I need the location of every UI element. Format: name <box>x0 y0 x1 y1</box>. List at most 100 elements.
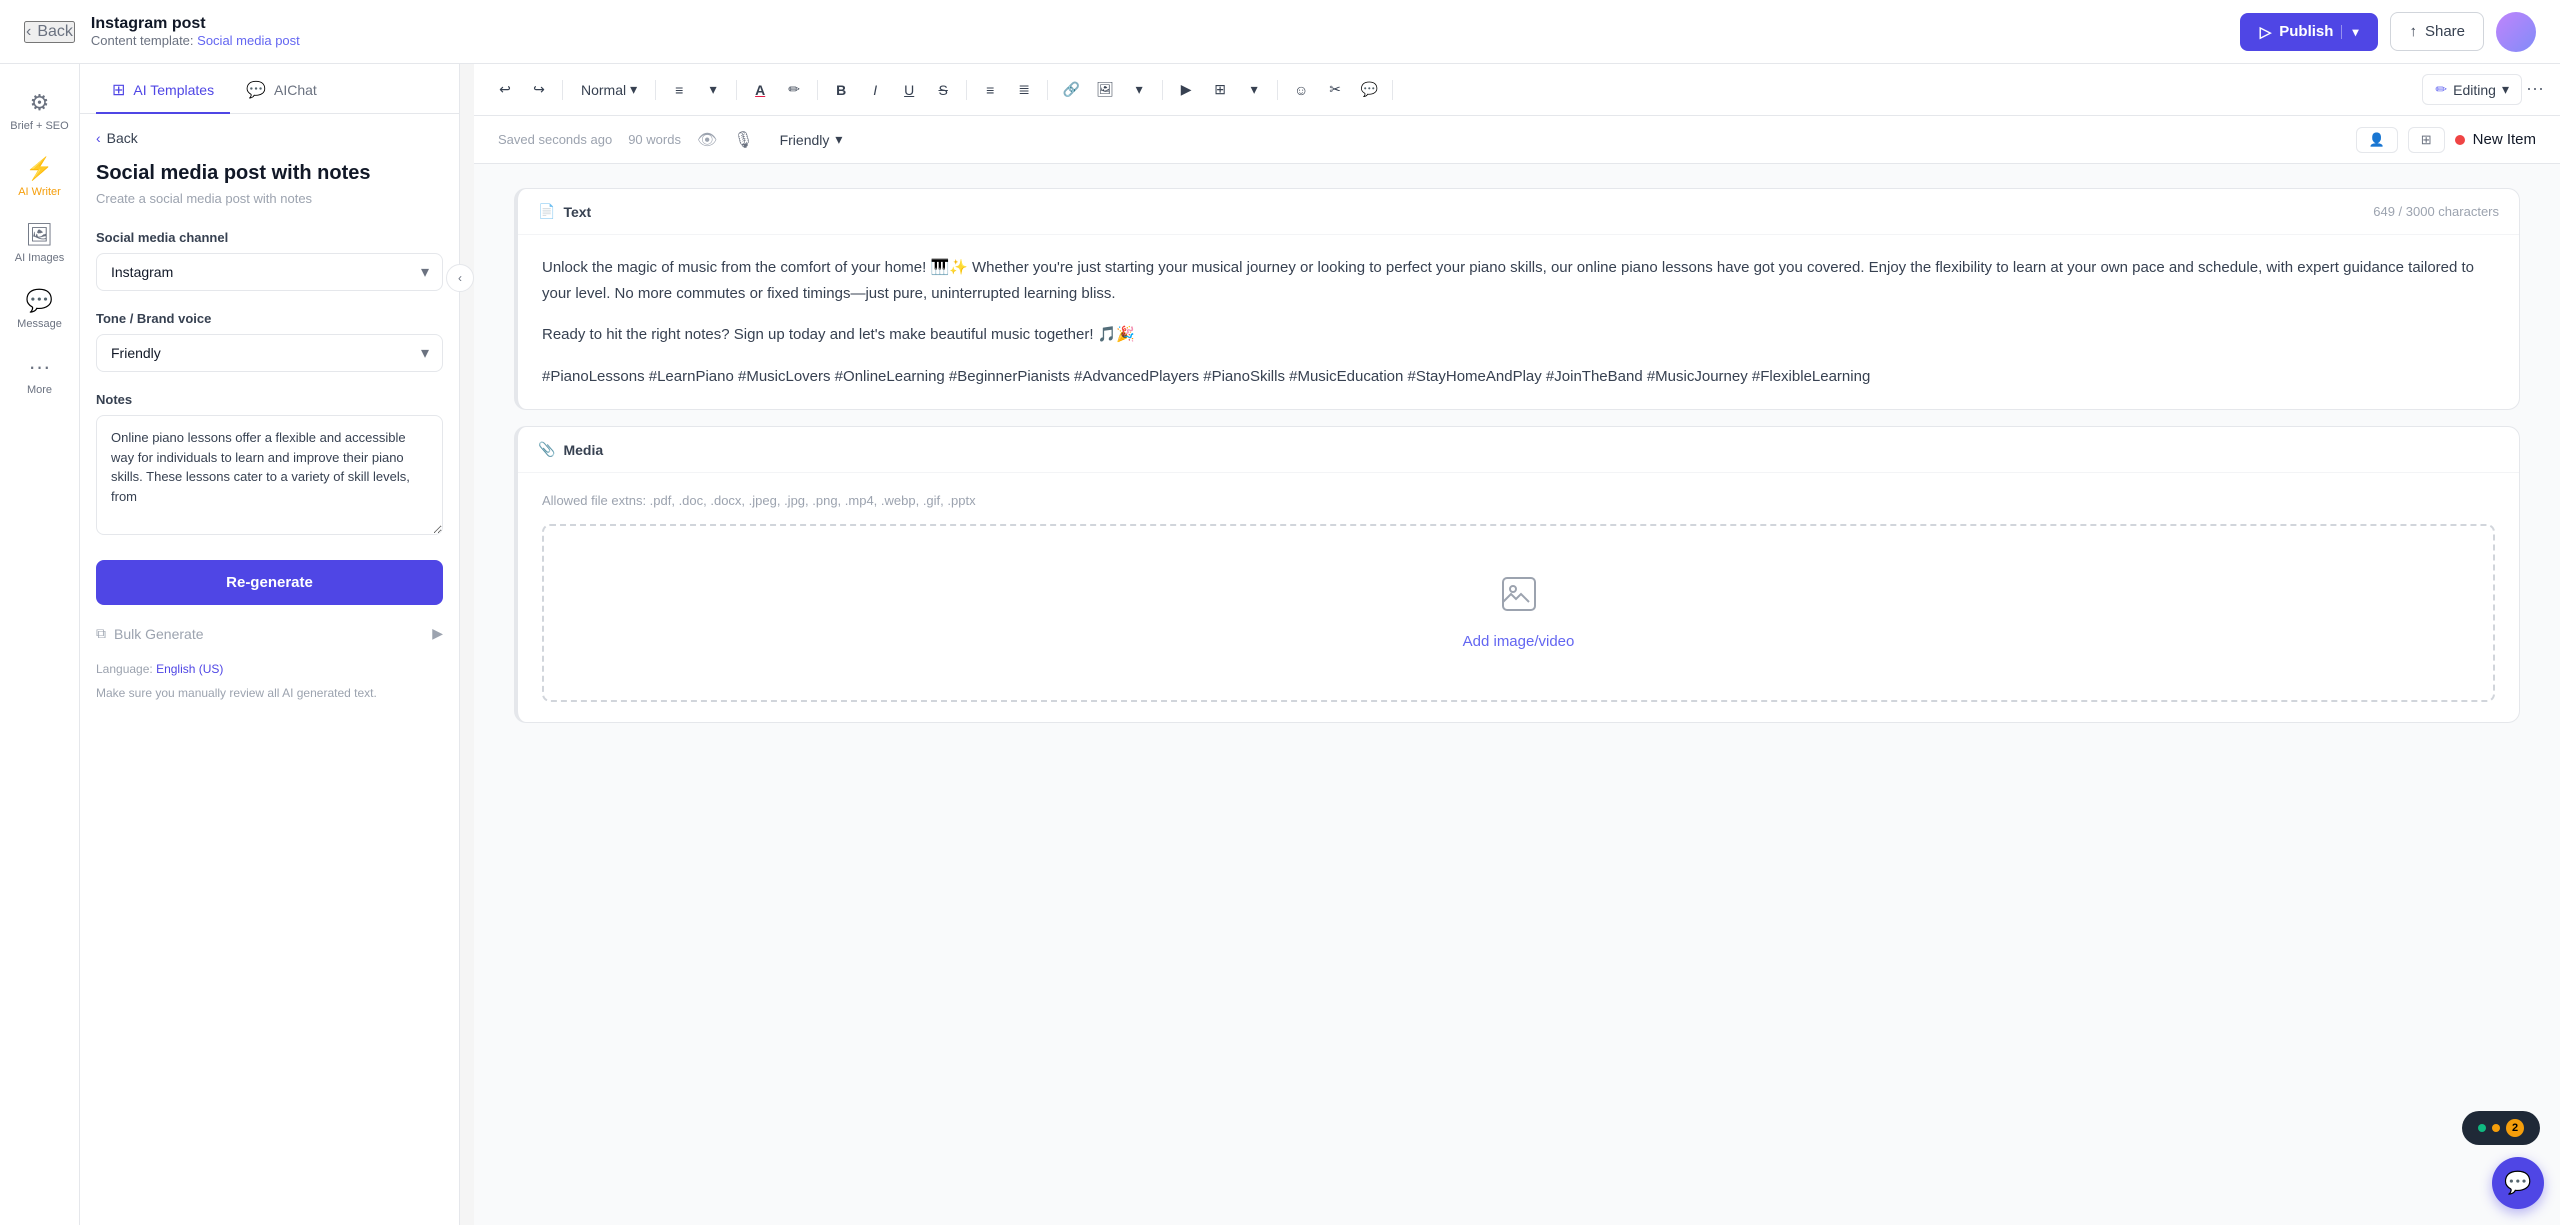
image-dropdown-button[interactable]: ▾ <box>1124 75 1154 105</box>
publish-button[interactable]: ▷ Publish ▾ <box>2240 13 2379 51</box>
panel-back-chevron-icon: ‹ <box>96 130 101 146</box>
ai-templates-tab-label: AI Templates <box>133 82 214 98</box>
tone-select[interactable]: Friendly Professional Casual Formal <box>96 334 443 372</box>
panel-wrapper: ⊞ AI Templates 💬 AIChat ‹ Back Social me… <box>80 64 474 1225</box>
eye-icon[interactable]: 👁 <box>697 130 717 150</box>
float-status-bar: 2 <box>2462 1111 2540 1145</box>
page-info: Instagram post Content template: Social … <box>91 15 300 48</box>
media-upload-area[interactable]: Add image/video <box>542 524 2495 702</box>
main-layout: ⚙ Brief + SEO ⚡ AI Writer 🖼 AI Images 💬 … <box>0 64 2560 1225</box>
user-icon-btn[interactable]: 👤 <box>2356 127 2398 153</box>
regenerate-button[interactable]: Re-generate <box>96 560 443 605</box>
mic-icon[interactable]: 🎙 <box>733 130 753 150</box>
cut-button[interactable]: ✂ <box>1320 75 1350 105</box>
editor-content: 📄 Text 649 / 3000 characters Unlock the … <box>474 164 2560 1225</box>
tone-chevron-icon: ▾ <box>835 131 842 148</box>
upload-image-icon <box>1501 576 1537 621</box>
panel-back-link[interactable]: ‹ Back <box>96 130 443 146</box>
back-button[interactable]: ‹ Back <box>24 21 75 43</box>
strikethrough-button[interactable]: S <box>928 75 958 105</box>
image-button[interactable]: 🖼 <box>1090 75 1120 105</box>
aichat-tab-icon: 💬 <box>246 80 266 100</box>
italic-button[interactable]: I <box>860 75 890 105</box>
grid-icon: ⊞ <box>2421 132 2432 148</box>
language-value-link[interactable]: English (US) <box>156 662 223 676</box>
editing-label: Editing <box>2453 82 2496 98</box>
editor-toolbar: ↩ ↪ Normal ▾ ≡ ▾ A ✏ B I U S ≡ ≣ 🔗 🖼 ▾ <box>474 64 2560 116</box>
publish-chevron-icon[interactable]: ▾ <box>2341 25 2358 39</box>
play-button[interactable]: ▶ <box>1171 75 1201 105</box>
link-button[interactable]: 🔗 <box>1056 75 1086 105</box>
notes-textarea[interactable]: Online piano lessons offer a flexible an… <box>96 415 443 535</box>
sidebar-item-brief-seo[interactable]: ⚙ Brief + SEO <box>5 80 75 142</box>
editing-button[interactable]: ✏ Editing ▾ <box>2422 74 2522 105</box>
avatar[interactable] <box>2496 12 2536 52</box>
toolbar-more-button[interactable]: ⋯ <box>2526 79 2544 100</box>
text-card-title: Text <box>563 204 591 220</box>
user-icon: 👤 <box>2369 132 2385 148</box>
sidebar-item-message[interactable]: 💬 Message <box>5 278 75 340</box>
media-card-header-left: 📎 Media <box>538 441 603 458</box>
text-style-select[interactable]: Normal ▾ <box>571 77 647 102</box>
language-label: Language: <box>96 662 153 676</box>
channel-select[interactable]: Instagram Facebook Twitter LinkedIn <box>96 253 443 291</box>
tone-label: Tone / Brand voice <box>96 311 443 326</box>
toolbar-separator-2 <box>655 80 656 100</box>
sidebar-label-more: More <box>27 384 52 396</box>
sidebar-item-more[interactable]: ··· More <box>5 344 75 406</box>
status-right: 👤 ⊞ New Item <box>2356 127 2536 153</box>
highlight-button[interactable]: ✏ <box>779 75 809 105</box>
sidebar-item-ai-images[interactable]: 🖼 AI Images <box>5 212 75 274</box>
align-chevron-button[interactable]: ▾ <box>698 75 728 105</box>
brief-seo-icon: ⚙ <box>30 90 50 116</box>
tab-ai-templates[interactable]: ⊞ AI Templates <box>96 64 230 114</box>
tone-selector[interactable]: Friendly ▾ <box>770 127 853 152</box>
toolbar-separator-7 <box>1162 80 1163 100</box>
more-icon: ··· <box>29 354 51 380</box>
panel-back-label: Back <box>107 130 138 146</box>
text-color-button[interactable]: A <box>745 75 775 105</box>
comment-button[interactable]: 💬 <box>1354 75 1384 105</box>
new-item-dot <box>2455 135 2465 145</box>
toolbar-separator-5 <box>966 80 967 100</box>
text-card-icon: 📄 <box>538 203 555 220</box>
publish-icon: ▷ <box>2260 23 2272 41</box>
aichat-tab-label: AIChat <box>274 82 317 98</box>
undo-button[interactable]: ↩ <box>490 75 520 105</box>
share-label: Share <box>2425 23 2465 40</box>
redo-button[interactable]: ↪ <box>524 75 554 105</box>
hashtags: #PianoLessons #LearnPiano #MusicLovers #… <box>542 364 2495 390</box>
ai-writer-icon: ⚡ <box>26 156 53 182</box>
bold-button[interactable]: B <box>826 75 856 105</box>
bulk-generate[interactable]: ⧉ Bulk Generate ▶ <box>96 625 443 642</box>
emoji-button[interactable]: ☺ <box>1286 75 1316 105</box>
word-count: 90 words <box>628 132 681 147</box>
notes-field-group: Notes Online piano lessons offer a flexi… <box>96 392 443 540</box>
page-subtitle: Content template: Social media post <box>91 33 300 48</box>
share-button[interactable]: ↑ Share <box>2390 12 2484 51</box>
align-button[interactable]: ≡ <box>664 75 694 105</box>
media-card-title: Media <box>563 442 603 458</box>
sidebar-label-brief-seo: Brief + SEO <box>10 120 68 132</box>
table-button[interactable]: ⊞ <box>1205 75 1235 105</box>
bulk-generate-icon: ⧉ <box>96 625 106 642</box>
float-status-count: 2 <box>2506 1119 2524 1137</box>
language-info: Language: English (US) <box>96 662 443 676</box>
share-icon: ↑ <box>2409 23 2417 40</box>
bullet-list-button[interactable]: ≡ <box>975 75 1005 105</box>
ordered-list-button[interactable]: ≣ <box>1009 75 1039 105</box>
grid-icon-btn[interactable]: ⊞ <box>2408 127 2445 153</box>
icon-sidebar: ⚙ Brief + SEO ⚡ AI Writer 🖼 AI Images 💬 … <box>0 64 80 1225</box>
chat-button[interactable]: 💬 <box>2492 1157 2544 1209</box>
table-dropdown-button[interactable]: ▾ <box>1239 75 1269 105</box>
chat-icon: 💬 <box>2504 1170 2531 1196</box>
sidebar-item-ai-writer[interactable]: ⚡ AI Writer <box>5 146 75 208</box>
tab-aichat[interactable]: 💬 AIChat <box>230 64 333 114</box>
notes-label: Notes <box>96 392 443 407</box>
underline-button[interactable]: U <box>894 75 924 105</box>
sidebar-label-ai-images: AI Images <box>15 252 65 264</box>
allowed-file-types: Allowed file extns: .pdf, .doc, .docx, .… <box>542 493 2495 508</box>
content-template-link[interactable]: Social media post <box>197 33 300 48</box>
text-card-body[interactable]: Unlock the magic of music from the comfo… <box>518 235 2519 409</box>
collapse-panel-button[interactable]: ‹ <box>446 264 474 292</box>
